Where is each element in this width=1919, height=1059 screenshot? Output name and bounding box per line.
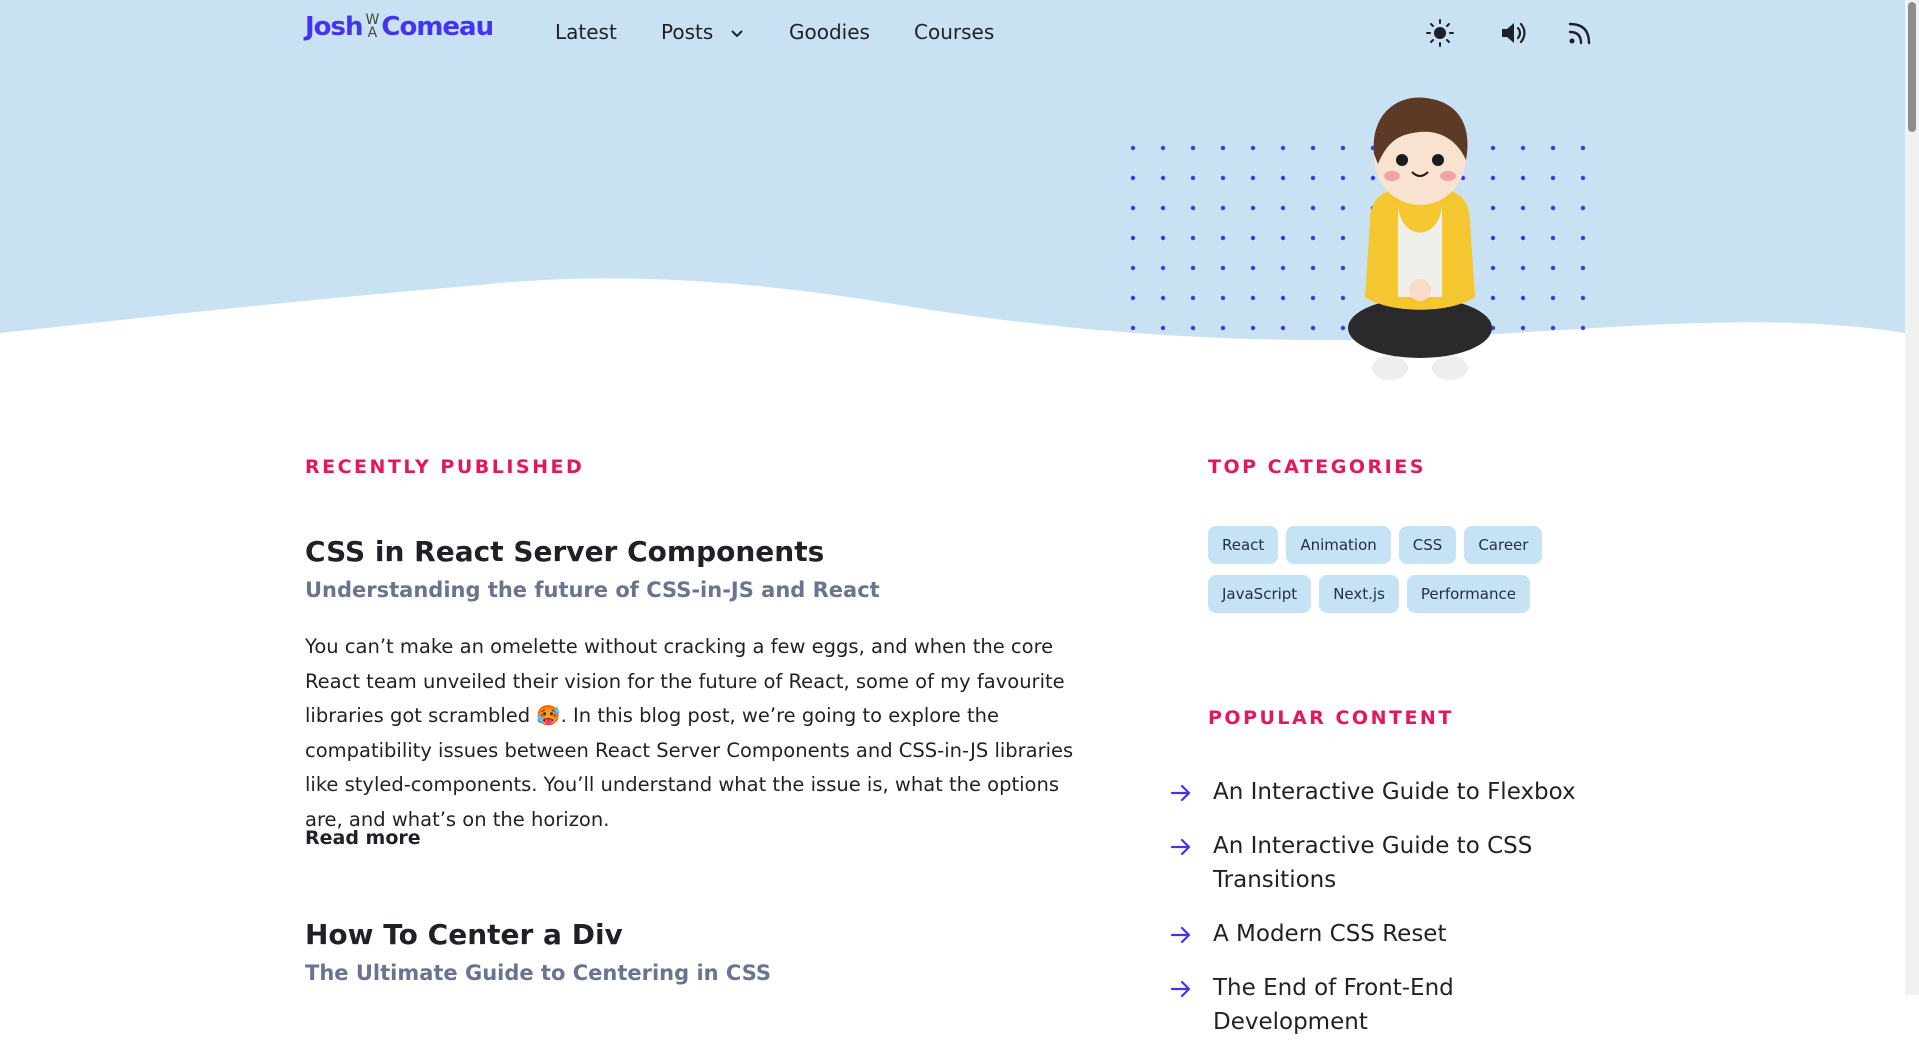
post-excerpt: You can’t make an omelette without crack… xyxy=(305,630,1095,838)
tag-nextjs[interactable]: Next.js xyxy=(1319,575,1399,613)
scrollbar-thumb[interactable] xyxy=(1908,2,1916,132)
nav-posts-label: Posts xyxy=(661,20,714,44)
page-scrollbar[interactable] xyxy=(1905,0,1919,995)
volume-icon[interactable] xyxy=(1498,18,1528,48)
popular-item[interactable]: An Interactive Guide to CSS Transitions xyxy=(1170,829,1610,897)
nav-posts[interactable]: Posts xyxy=(661,20,744,44)
arrow-right-icon xyxy=(1170,926,1191,944)
read-more-link[interactable]: Read more xyxy=(305,827,421,849)
tag-performance[interactable]: Performance xyxy=(1406,575,1530,613)
site-logo[interactable]: Josh W A Comeau xyxy=(305,12,494,42)
popular-item[interactable]: The End of Front-End Development xyxy=(1170,971,1610,1039)
popular-content-list: An Interactive Guide to Flexbox An Inter… xyxy=(1170,775,1610,1059)
popular-item[interactable]: A Modern CSS Reset xyxy=(1170,917,1610,951)
rss-icon[interactable] xyxy=(1565,18,1595,48)
popular-content-heading: POPULAR CONTENT xyxy=(1208,707,1454,729)
post-subtitle: Understanding the future of CSS-in-JS an… xyxy=(305,578,880,602)
arrow-right-icon xyxy=(1170,838,1191,856)
popular-item-label: An Interactive Guide to CSS Transitions xyxy=(1213,833,1533,893)
tag-career[interactable]: Career xyxy=(1464,526,1543,564)
tag-animation[interactable]: Animation xyxy=(1286,526,1391,564)
logo-mark: W A xyxy=(366,13,380,41)
logo-mark-bottom: A xyxy=(367,25,378,41)
popular-item-label: A Modern CSS Reset xyxy=(1213,921,1447,947)
category-tags: React Animation CSS Career JavaScript Next.js… xyxy=(1208,526,1628,624)
nav-goodies[interactable]: Goodies xyxy=(789,20,870,44)
arrow-right-icon xyxy=(1170,784,1191,802)
arrow-right-icon xyxy=(1170,980,1191,998)
post-title[interactable]: CSS in React Server Components xyxy=(305,535,824,568)
sun-icon[interactable] xyxy=(1425,18,1455,48)
top-navigation: Josh W A Comeau Latest Posts Goodies Cou… xyxy=(0,0,1905,68)
avatar-illustration xyxy=(1348,97,1492,380)
nav-courses[interactable]: Courses xyxy=(914,20,994,44)
top-categories-heading: TOP CATEGORIES xyxy=(1208,456,1426,478)
tag-css[interactable]: CSS xyxy=(1398,526,1457,564)
popular-item[interactable]: An Interactive Guide to Flexbox xyxy=(1170,775,1610,809)
post-title[interactable]: How To Center a Div xyxy=(305,918,623,951)
popular-item-label: The End of Front-End Development xyxy=(1213,975,1454,1035)
logo-first-name: Josh xyxy=(305,12,364,42)
nav-latest[interactable]: Latest xyxy=(555,20,617,44)
tag-javascript[interactable]: JavaScript xyxy=(1208,575,1312,613)
post-subtitle: The Ultimate Guide to Centering in CSS xyxy=(305,961,772,985)
chevron-down-icon xyxy=(730,29,743,37)
popular-item-label: An Interactive Guide to Flexbox xyxy=(1213,779,1576,805)
tag-react[interactable]: React xyxy=(1208,526,1279,564)
hot-face-emoji: 🥵 xyxy=(536,704,561,728)
recently-published-heading: RECENTLY PUBLISHED xyxy=(305,456,585,478)
logo-last-name: Comeau xyxy=(381,12,494,42)
